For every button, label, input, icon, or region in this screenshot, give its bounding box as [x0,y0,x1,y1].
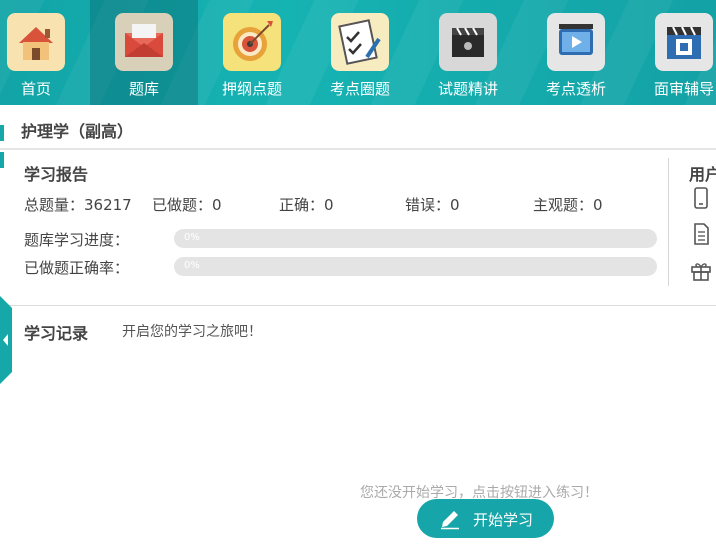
nav-item-interview[interactable]: 面审辅导 [630,0,716,105]
pencil-icon [441,511,459,530]
done-count: 已做题：0 [152,196,222,214]
left-edge-marker [0,125,4,141]
sidebar-toggle-icon[interactable] [0,296,12,384]
nav-item-question-bank[interactable]: 题库 [90,0,198,105]
accuracy-bar: 0% [174,257,657,276]
section-title: 护理学（副高） [21,122,134,141]
correct-count: 正确：0 [279,196,334,214]
video-play-icon [547,13,605,71]
start-learning-button[interactable]: 开始学习 [417,499,554,538]
progress-bar: 0% [174,229,657,248]
nav-item-exam-outline[interactable]: 押纲点题 [198,0,306,105]
section-divider [0,305,716,306]
left-edge-marker [0,152,4,168]
nav-item-home[interactable]: 首页 [0,0,90,105]
panel-divider [668,158,669,286]
nav-label: 考点圈题 [329,80,390,98]
nav-label: 试题精讲 [437,80,498,98]
record-hint: 开启您的学习之旅吧！ [122,324,262,340]
nav-item-lectures[interactable]: 试题精讲 [414,0,522,105]
subjective-count: 主观题：0 [533,196,603,214]
clapperboard-review-icon [655,13,713,71]
user-panel-title: 用户 [689,165,716,184]
nav-item-key-points[interactable]: 考点圈题 [306,0,414,105]
nav-label: 考点透析 [545,80,606,98]
clapperboard-icon [439,13,497,71]
start-learning-label: 开始学习 [473,511,534,529]
accuracy-label: 已做题正确率： [24,259,130,277]
progress-label: 题库学习进度： [24,231,130,249]
nav-label: 押纲点题 [221,80,282,98]
document-icon[interactable] [690,223,712,245]
phone-icon[interactable] [690,187,712,209]
section-header: 护理学（副高） [0,105,716,150]
gift-icon[interactable] [690,259,712,281]
nav-label: 题库 [128,80,159,98]
record-title: 学习记录 [24,324,89,343]
nav-label: 首页 [20,80,51,98]
envelope-icon [115,13,173,71]
total-count: 总题量：36217 [24,196,132,214]
accuracy-percent: 0% [184,260,200,271]
target-icon [223,13,281,71]
nav-item-analysis[interactable]: 考点透析 [522,0,630,105]
home-icon [7,13,65,71]
checklist-icon [331,13,389,71]
nav-label: 面审辅导 [653,80,714,98]
top-nav-bar: 首页 题库 押纲点题 考点圈题 试题精讲 考点透析 面审辅导 [0,0,716,105]
progress-percent: 0% [184,232,200,243]
wrong-count: 错误：0 [405,196,460,214]
report-title: 学习报告 [24,165,89,184]
